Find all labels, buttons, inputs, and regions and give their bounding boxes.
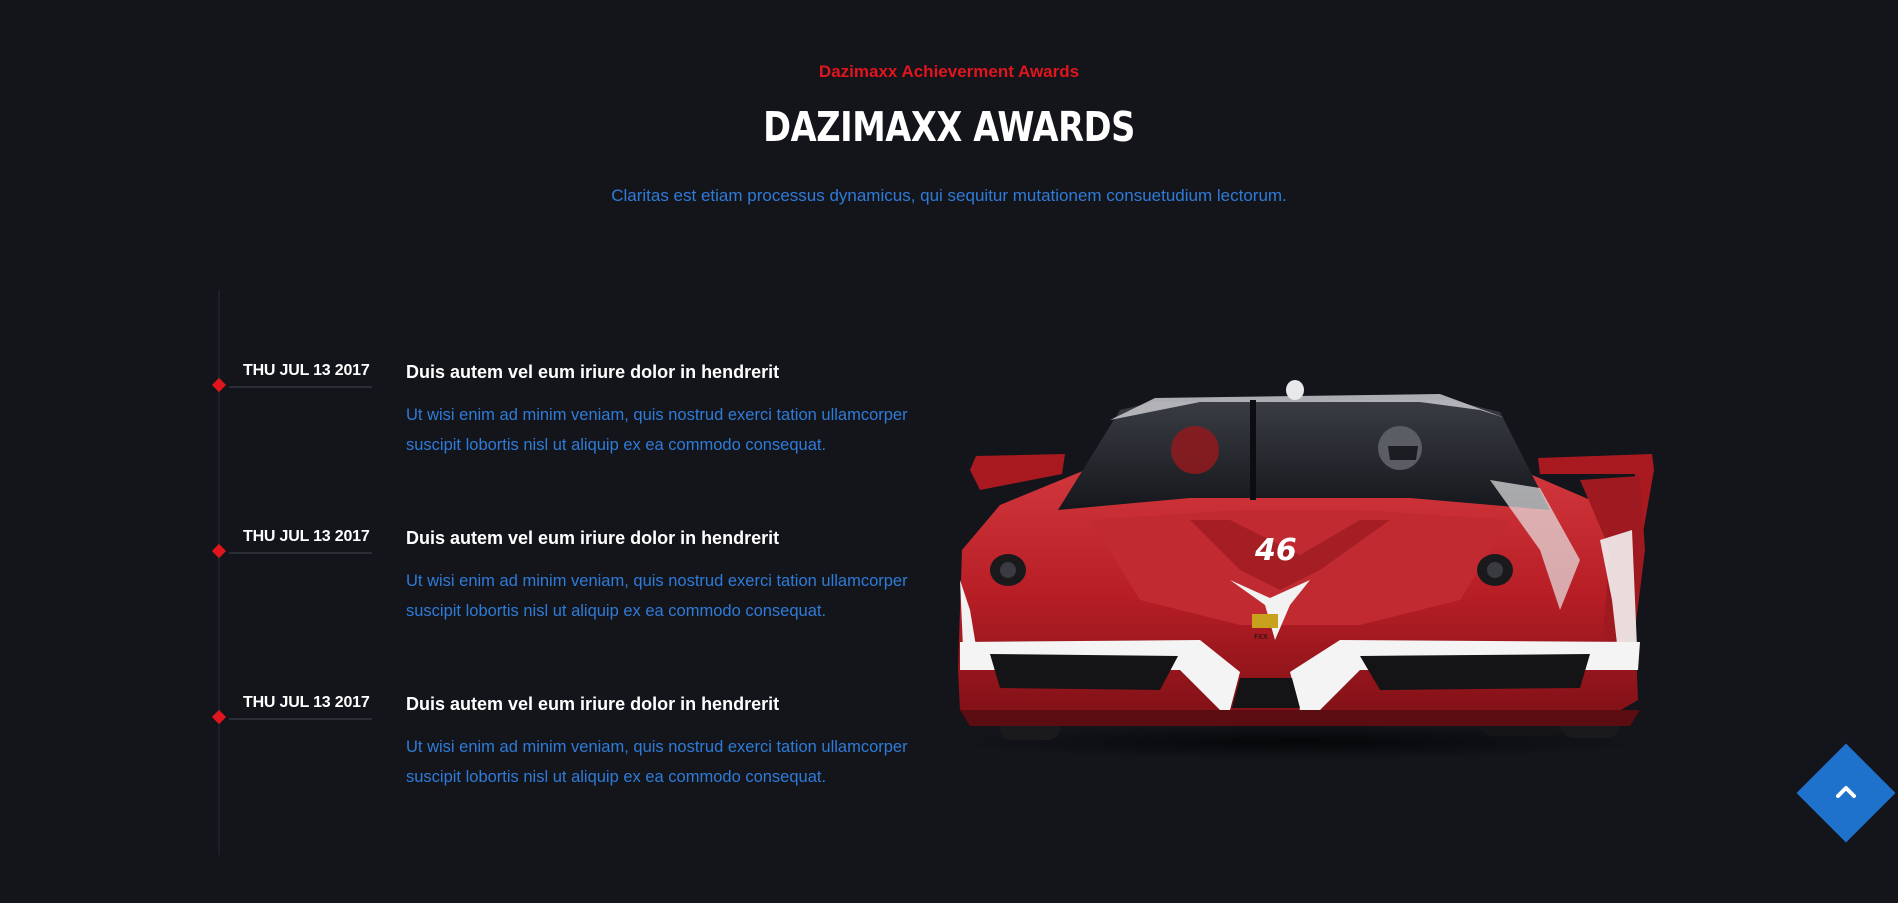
- section-title: DAZIMAXX AWARDS: [763, 103, 1135, 151]
- timeline-marker: [211, 543, 227, 559]
- svg-text:FXX: FXX: [1254, 633, 1268, 641]
- timeline-marker: [211, 709, 227, 725]
- timeline-date: THU JUL 13 2017: [243, 528, 370, 545]
- timeline-item: THU JUL 13 2017 Duis autem vel eum iriur…: [0, 694, 960, 854]
- timeline-item: THU JUL 13 2017 Duis autem vel eum iriur…: [0, 528, 960, 688]
- awards-section: Dazimaxx Achieverment Awards DAZIMAXX AW…: [0, 0, 1898, 903]
- timeline-heading: Duis autem vel eum iriure dolor in hendr…: [406, 528, 780, 548]
- svg-text:46: 46: [1254, 533, 1297, 568]
- timeline-text: Ut wisi enim ad minim veniam, quis nostr…: [406, 406, 908, 454]
- timeline-text: Ut wisi enim ad minim veniam, quis nostr…: [406, 572, 908, 620]
- timeline-heading: Duis autem vel eum iriure dolor in hendr…: [406, 694, 780, 714]
- race-car-image: 46 FXX: [950, 380, 1654, 760]
- timeline-text: Ut wisi enim ad minim veniam, quis nostr…: [406, 738, 908, 786]
- timeline-date-underline: [229, 552, 372, 554]
- timeline-marker: [211, 377, 227, 393]
- timeline-date: THU JUL 13 2017: [243, 694, 370, 711]
- section-subtitle: Claritas est etiam processus dynamicus, …: [611, 186, 1287, 205]
- timeline-date-underline: [229, 386, 372, 388]
- timeline-date: THU JUL 13 2017: [243, 362, 370, 379]
- chevron-up-icon: [1836, 786, 1856, 798]
- timeline-heading: Duis autem vel eum iriure dolor in hendr…: [406, 362, 780, 382]
- timeline-date-underline: [229, 718, 372, 720]
- timeline-item: THU JUL 13 2017 Duis autem vel eum iriur…: [0, 362, 960, 522]
- section-eyebrow: Dazimaxx Achieverment Awards: [818, 62, 1080, 81]
